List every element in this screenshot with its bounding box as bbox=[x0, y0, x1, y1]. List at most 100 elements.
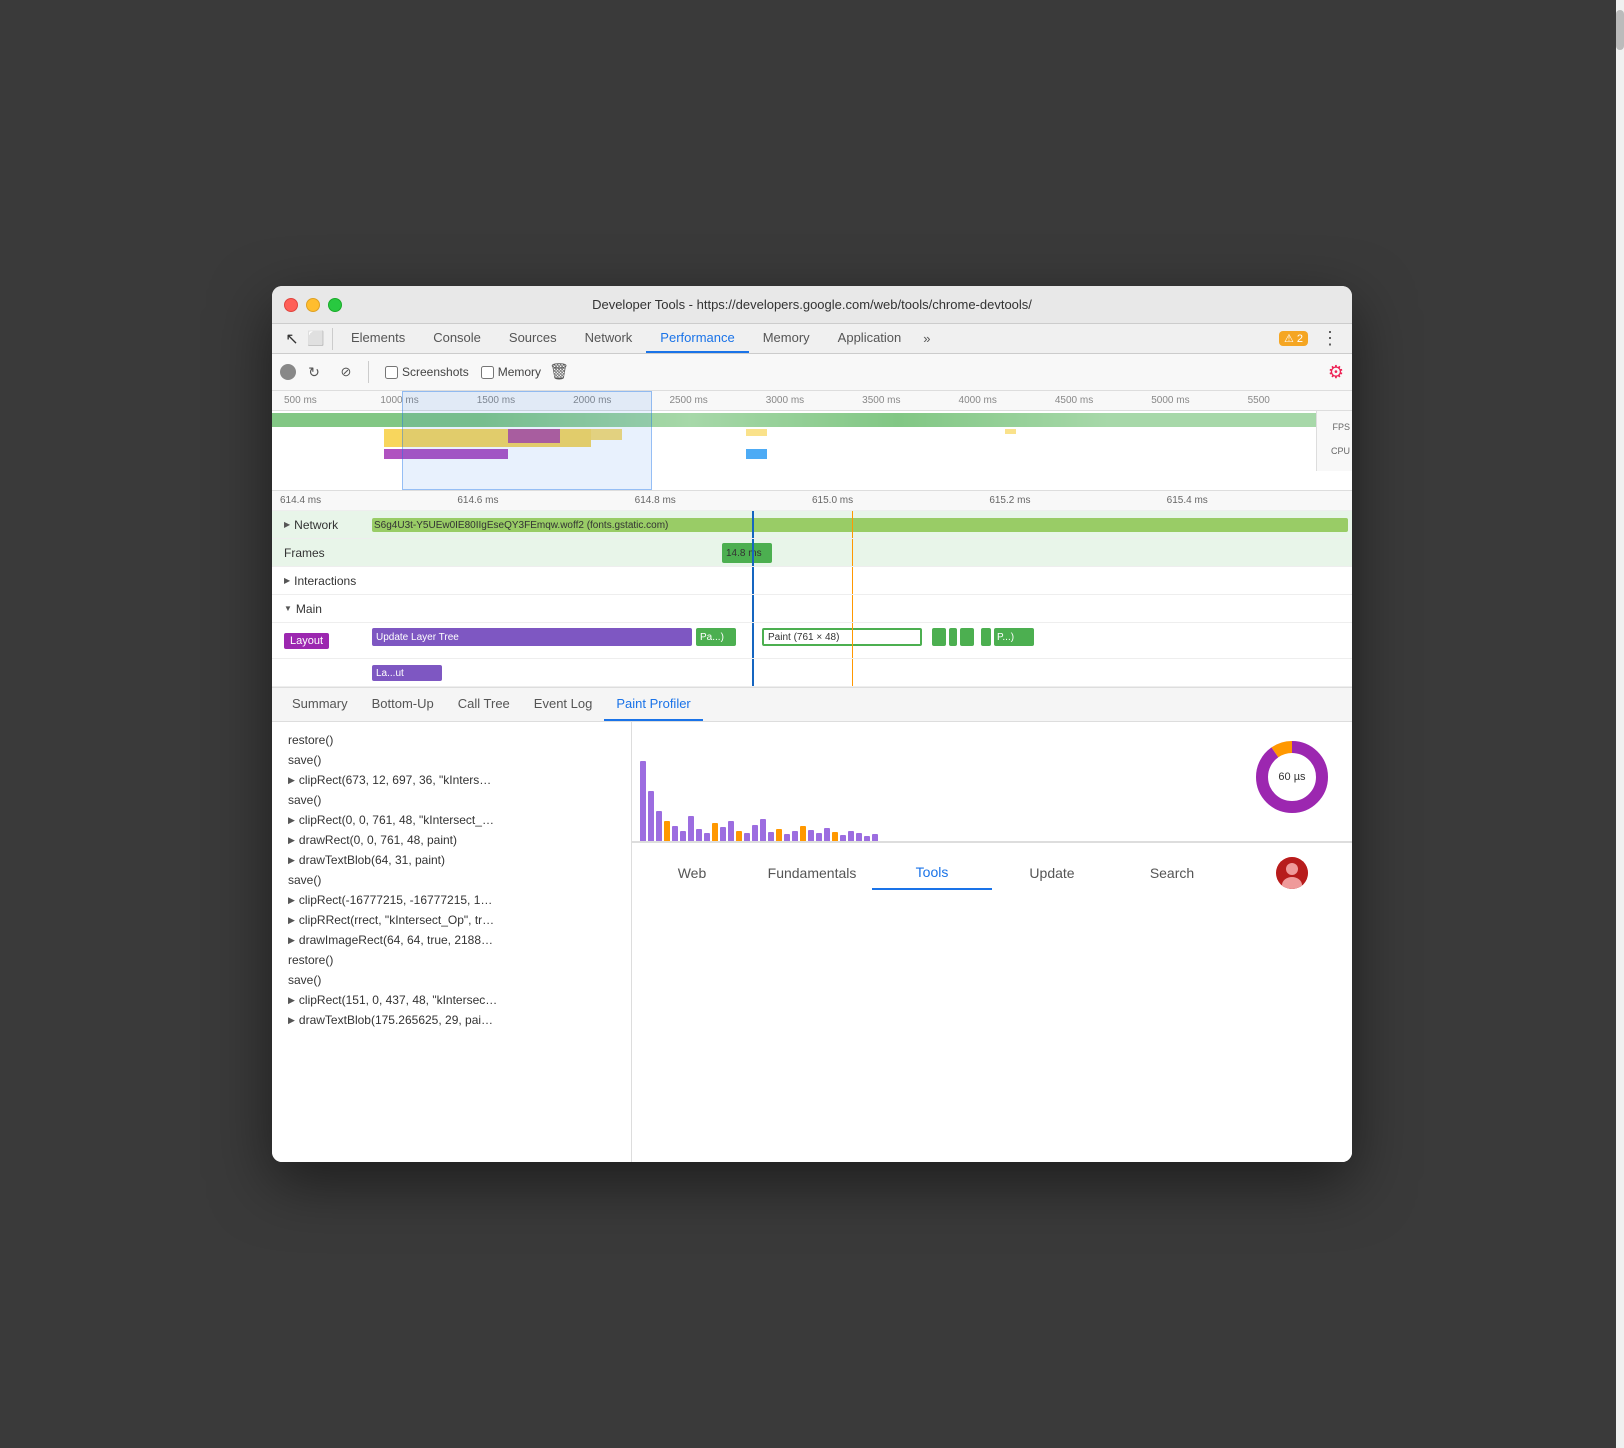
paint-item-3[interactable]: save() bbox=[272, 790, 631, 810]
cursor-icon[interactable]: ↖ bbox=[280, 325, 304, 353]
network-collapse-icon[interactable]: ▶ bbox=[284, 520, 290, 529]
clear-icon[interactable]: ⊘ bbox=[332, 358, 360, 386]
nav-tools[interactable]: Tools bbox=[872, 856, 992, 890]
paint-item-6[interactable]: ▶ drawTextBlob(64, 31, paint) bbox=[272, 850, 631, 870]
network-bar-text: S6g4U3t-Y5UEw0IE80IIgEseQY3FEmqw.woff2 (… bbox=[374, 520, 668, 531]
tab-network[interactable]: Network bbox=[571, 324, 647, 353]
chart-bar bbox=[680, 831, 686, 841]
tab-call-tree[interactable]: Call Tree bbox=[446, 688, 522, 721]
paint-item-5[interactable]: ▶ drawRect(0, 0, 761, 48, paint) bbox=[272, 830, 631, 850]
tab-memory[interactable]: Memory bbox=[749, 324, 824, 353]
paint-bar-main[interactable]: Paint (761 × 48) bbox=[762, 628, 922, 646]
trash-icon[interactable]: 🗑 bbox=[549, 362, 569, 382]
paint-item-11[interactable]: restore() bbox=[272, 950, 631, 970]
orange-marker-line bbox=[852, 511, 853, 538]
frame-duration: 14.8 ms bbox=[726, 548, 762, 559]
arrow-icon-9: ▶ bbox=[288, 915, 295, 926]
maximize-button[interactable] bbox=[328, 298, 342, 312]
detail-mark-4: 615.2 ms bbox=[989, 495, 1166, 506]
screenshots-checkbox-group: Screenshots bbox=[385, 365, 469, 379]
arrow-icon-4: ▶ bbox=[288, 815, 295, 826]
paint-item-12[interactable]: save() bbox=[272, 970, 631, 990]
update-layer-tree-bar[interactable]: Update Layer Tree bbox=[372, 628, 692, 646]
network-bar[interactable]: S6g4U3t-Y5UEw0IE80IIgEseQY3FEmqw.woff2 (… bbox=[372, 518, 1348, 532]
arrow-icon-8: ▶ bbox=[288, 895, 295, 906]
main-track-row: ▼ Main bbox=[272, 595, 1352, 623]
sub-orange-line bbox=[852, 659, 853, 686]
close-button[interactable] bbox=[284, 298, 298, 312]
small-green-bars: P...) bbox=[932, 628, 1034, 646]
timeline-selection[interactable] bbox=[402, 391, 652, 490]
nav-search[interactable]: Search bbox=[1112, 857, 1232, 889]
chart-bar bbox=[856, 833, 862, 841]
tab-performance[interactable]: Performance bbox=[646, 324, 748, 353]
layout-sub-label: La...ut bbox=[376, 668, 404, 679]
paint-item-14[interactable]: ▶ drawTextBlob(175.265625, 29, pai… bbox=[272, 1010, 631, 1030]
chart-bar bbox=[768, 832, 774, 841]
memory-checkbox[interactable] bbox=[481, 366, 494, 379]
settings-icon[interactable]: ⚙ bbox=[1328, 362, 1344, 383]
layout-sub-bar[interactable]: La...ut bbox=[372, 665, 442, 681]
paint-bar-1[interactable]: Pa...) bbox=[696, 628, 736, 646]
traffic-lights bbox=[284, 298, 342, 312]
tab-bottom-up[interactable]: Bottom-Up bbox=[360, 688, 446, 721]
interactions-collapse-icon[interactable]: ▶ bbox=[284, 576, 290, 585]
main-label: Main bbox=[296, 602, 322, 616]
paint-item-13[interactable]: ▶ clipRect(151, 0, 437, 48, "kIntersec… bbox=[272, 990, 631, 1010]
tab-elements[interactable]: Elements bbox=[337, 324, 419, 353]
nav-update[interactable]: Update bbox=[992, 857, 1112, 889]
paint-item-10[interactable]: ▶ drawImageRect(64, 64, true, 2188… bbox=[272, 930, 631, 950]
tab-summary[interactable]: Summary bbox=[280, 688, 360, 721]
chart-bar bbox=[864, 836, 870, 841]
paint-item-1[interactable]: save() bbox=[272, 750, 631, 770]
frames-track-row: Frames 14.8 ms bbox=[272, 539, 1352, 567]
more-tabs-button[interactable]: » bbox=[915, 325, 938, 352]
paint-item-9[interactable]: ▶ clipRRect(rrect, "kIntersect_Op", tr… bbox=[272, 910, 631, 930]
chart-bar bbox=[664, 821, 670, 841]
browser-nav: Web Fundamentals Tools Update Search bbox=[632, 842, 1352, 902]
devtools-window: Developer Tools - https://developers.goo… bbox=[272, 286, 1352, 1162]
chart-bar bbox=[648, 791, 654, 841]
tab-event-log[interactable]: Event Log bbox=[522, 688, 605, 721]
tab-paint-profiler[interactable]: Paint Profiler bbox=[604, 688, 702, 721]
donut-container: 60 µs bbox=[1252, 737, 1332, 817]
main-orange-line bbox=[852, 595, 853, 622]
tab-console[interactable]: Console bbox=[419, 324, 495, 353]
paint-item-0[interactable]: restore() bbox=[272, 730, 631, 750]
chart-bar bbox=[824, 828, 830, 841]
screenshots-checkbox[interactable] bbox=[385, 366, 398, 379]
paint-item-8[interactable]: ▶ clipRect(-16777215, -16777215, 1… bbox=[272, 890, 631, 910]
update-layer-tree-label: Update Layer Tree bbox=[376, 632, 459, 643]
nav-web[interactable]: Web bbox=[632, 857, 752, 889]
tasks-orange-line bbox=[852, 623, 853, 658]
nav-fundamentals[interactable]: Fundamentals bbox=[752, 857, 872, 889]
reload-icon[interactable]: ↻ bbox=[300, 358, 328, 386]
paint-area: restore() save() ▶ clipRect(673, 12, 697… bbox=[272, 722, 1352, 1162]
layers-icon[interactable]: ⬜ bbox=[304, 325, 328, 353]
ruler-mark-9: 5000 ms bbox=[1151, 395, 1247, 406]
interactions-label: Interactions bbox=[294, 574, 356, 588]
interactions-track-label: ▶ Interactions bbox=[272, 574, 372, 588]
record-button[interactable] bbox=[280, 364, 296, 380]
detail-timeline: ▶ Network S6g4U3t-Y5UEw0IE80IIgEseQY3FEm… bbox=[272, 511, 1352, 688]
more-options-icon[interactable]: ⋮ bbox=[1316, 325, 1344, 353]
paint-commands-list[interactable]: restore() save() ▶ clipRect(673, 12, 697… bbox=[272, 722, 632, 1162]
nav-avatar[interactable] bbox=[1232, 849, 1352, 897]
chart-bar bbox=[752, 825, 758, 841]
mini-chart: 60 µs bbox=[632, 722, 1352, 842]
paint-item-text-2: clipRect(673, 12, 697, 36, "kInters… bbox=[299, 773, 491, 787]
paint-item-2[interactable]: ▶ clipRect(673, 12, 697, 36, "kInters… bbox=[272, 770, 631, 790]
warning-badge[interactable]: ⚠ 2 bbox=[1279, 331, 1308, 346]
minimize-button[interactable] bbox=[306, 298, 320, 312]
chart-bar bbox=[872, 834, 878, 841]
paint-item-7[interactable]: save() bbox=[272, 870, 631, 890]
tasks-content: Update Layer Tree Pa...) Paint (761 × 48… bbox=[372, 623, 1352, 658]
main-collapse-icon[interactable]: ▼ bbox=[284, 604, 292, 613]
tab-application[interactable]: Application bbox=[824, 324, 916, 353]
frame-marker[interactable]: 14.8 ms bbox=[722, 543, 772, 563]
sublabels-content: La...ut bbox=[372, 659, 1352, 686]
donut-duration: 60 µs bbox=[1278, 771, 1305, 783]
paint-item-4[interactable]: ▶ clipRect(0, 0, 761, 48, "kIntersect_… bbox=[272, 810, 631, 830]
preview-area: Web Fundamentals Tools Update Search bbox=[632, 842, 1352, 1162]
tab-sources[interactable]: Sources bbox=[495, 324, 571, 353]
